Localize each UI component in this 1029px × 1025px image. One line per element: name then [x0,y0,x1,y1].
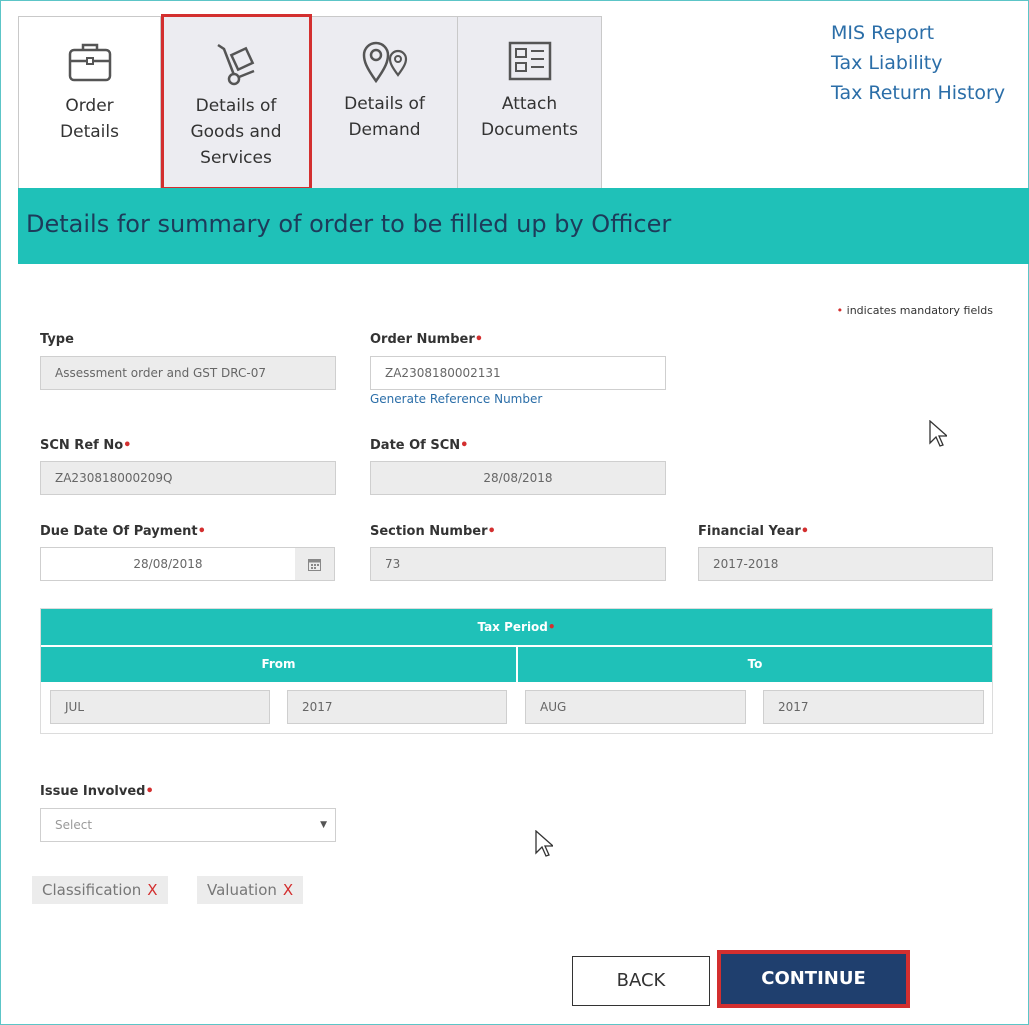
chip-text: Valuation [207,881,277,899]
required-mark: • [487,524,496,539]
required-mark: • [800,524,810,539]
tax-period-header: Tax Period• [41,609,992,645]
briefcase-icon [66,39,114,91]
order-number-label-text: Order Number [370,332,475,347]
remove-chip-icon[interactable]: X [147,881,157,899]
continue-label: CONTINUE [761,968,866,989]
scn-ref-label-text: SCN Ref No [40,438,124,453]
tab-attach-documents[interactable]: Attach Documents [458,16,602,188]
mandatory-note-text: indicates mandatory fields [846,304,993,317]
mouse-cursor-icon [929,420,947,447]
financial-year-label-text: Financial Year [698,524,801,539]
date-scn-label-text: Date Of SCN [370,438,461,453]
tab-label-line: Goods and [190,122,282,142]
continue-button[interactable]: CONTINUE [717,950,910,1008]
required-mark: • [836,304,844,317]
section-number-label-text: Section Number [370,524,488,539]
tab-order-details[interactable]: Order Details [18,16,161,188]
remove-chip-icon[interactable]: X [283,881,293,899]
calendar-button[interactable] [295,547,335,581]
tab-demand[interactable]: Details of Demand [312,16,458,188]
required-mark: • [197,524,206,539]
calendar-icon [308,559,321,571]
type-label: Type [40,332,74,347]
mandatory-note: • indicates mandatory fields [837,304,993,317]
date-scn-field: 28/08/2018 [370,461,666,495]
quick-links: MIS Report Tax Liability Tax Return Hist… [831,18,1005,108]
issue-involved-select[interactable]: Select ▼ [40,808,336,842]
required-mark: • [145,784,154,799]
type-field: Assessment order and GST DRC-07 [40,356,336,390]
tab-label-line: Details of [344,94,425,114]
required-mark: • [547,620,556,634]
due-date-field[interactable]: 28/08/2018 [40,547,296,581]
financial-year-label: Financial Year• [698,524,809,539]
back-button[interactable]: BACK [572,956,710,1006]
to-month-field: AUG [525,690,746,724]
tab-label-line: Order [65,96,114,116]
issue-involved-label-text: Issue Involved [40,784,146,799]
tab-label-line: Attach [501,94,558,114]
due-date-label: Due Date Of Payment• [40,524,206,539]
required-mark: • [474,332,484,347]
tab-label-line: Demand [348,120,421,140]
section-number-label: Section Number• [370,524,496,539]
financial-year-field: 2017-2018 [698,547,993,581]
tax-return-history-link[interactable]: Tax Return History [831,78,1005,108]
dropdown-arrow-icon: ▼ [320,820,327,830]
scn-ref-label: SCN Ref No• [40,438,131,453]
order-number-field[interactable]: ZA2308180002131 [370,356,666,390]
section-banner: Details for summary of order to be fille… [18,188,1029,264]
tax-period-title: Tax Period [477,620,548,634]
order-number-label: Order Number• [370,332,483,347]
date-scn-label: Date Of SCN• [370,438,468,453]
document-icon [506,39,554,91]
tab-label-line: Details of [195,96,277,116]
scn-ref-field: ZA230818000209Q [40,461,336,495]
generate-reference-link[interactable]: Generate Reference Number [370,392,542,406]
tab-label-line: Documents [481,120,578,140]
mouse-cursor-icon [535,830,553,857]
hand-truck-icon [212,41,260,95]
to-header: To [518,647,992,682]
tab-goods-services[interactable]: Details of Goods and Services [161,16,312,188]
select-value: Select [55,818,93,832]
section-number-field: 73 [370,547,666,581]
location-pins-icon [358,39,412,93]
tax-liability-link[interactable]: Tax Liability [831,48,1005,78]
issue-chip-classification: Classification X [32,876,168,904]
tab-label-line: Details [60,122,119,142]
from-header: From [41,647,516,682]
issue-chip-valuation: Valuation X [197,876,304,904]
banner-title: Details for summary of order to be fille… [26,210,672,238]
from-month-field: JUL [50,690,270,724]
chip-text: Classification [42,881,142,899]
required-mark: • [123,438,132,453]
required-mark: • [460,438,469,453]
mis-report-link[interactable]: MIS Report [831,18,1005,48]
due-date-label-text: Due Date Of Payment [40,524,198,539]
issue-involved-label: Issue Involved• [40,784,154,799]
from-year-field: 2017 [287,690,507,724]
to-year-field: 2017 [763,690,984,724]
tab-label-line: Services [200,148,272,168]
